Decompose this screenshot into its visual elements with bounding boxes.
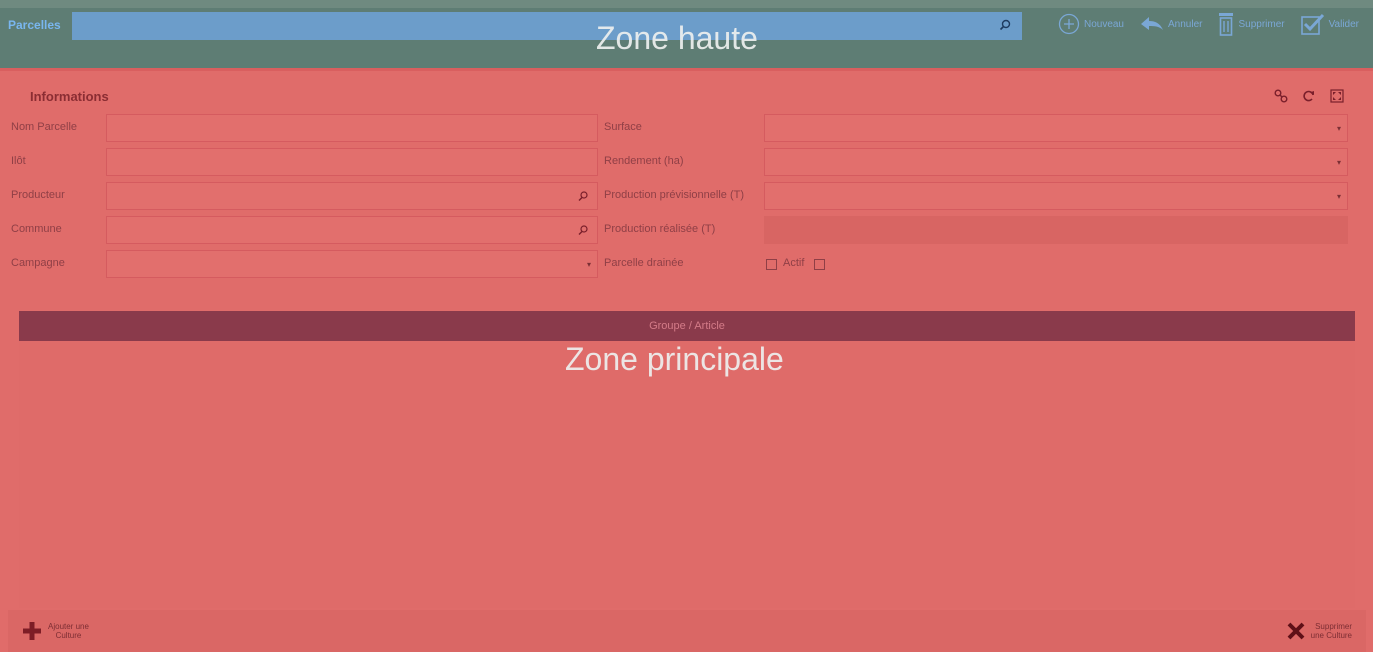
actif-label: Actif [783, 257, 805, 269]
grid-column-header[interactable]: Groupe / Article [649, 320, 725, 332]
panel-tools [1274, 89, 1344, 103]
chevron-down-icon: ▾ [1336, 192, 1341, 201]
chevron-down-icon: ▾ [1336, 124, 1341, 133]
surface-select[interactable]: ▾ [764, 114, 1348, 142]
search-icon[interactable] [577, 224, 589, 236]
field-row-commune: Commune [8, 216, 598, 244]
field-label: Nom Parcelle [11, 121, 78, 133]
field-label: Ilôt [11, 155, 26, 167]
cancel-button-label: Annuler [1168, 18, 1203, 30]
commune-input[interactable] [106, 216, 598, 244]
field-label: Parcelle drainée [604, 257, 684, 269]
rendement-select[interactable]: ▾ [764, 148, 1348, 176]
link-icon[interactable] [1274, 89, 1288, 103]
delete-culture-label-line2: une Culture [1310, 631, 1352, 640]
new-button-label: Nouveau [1083, 18, 1124, 30]
cancel-button[interactable]: Annuler [1140, 15, 1202, 33]
grid-header: Groupe / Article [19, 311, 1355, 341]
search-icon[interactable] [577, 190, 589, 202]
field-label: Production réalisée (T) [604, 223, 716, 235]
plus-icon [23, 622, 41, 640]
field-row-ilot: Ilôt [8, 148, 598, 176]
delete-button-label: Supprimer [1238, 18, 1285, 30]
ilot-input[interactable] [106, 148, 598, 176]
chevron-down-icon: ▾ [586, 260, 591, 269]
field-label: Production prévisionnelle (T) [604, 189, 745, 201]
field-row-producteur: Producteur [8, 182, 598, 210]
parcelle-drainee-checkbox[interactable] [766, 259, 777, 270]
page-title: Parcelles [8, 18, 61, 32]
bottom-toolbar: Ajouter une Culture Supprimer une Cultur… [8, 610, 1366, 652]
actif-checkbox[interactable] [814, 259, 825, 270]
information-title: Informations [30, 89, 109, 104]
field-row-campagne: Campagne ▾ [8, 250, 598, 278]
field-label: Rendement (ha) [604, 155, 684, 167]
production-realisee-field [764, 216, 1348, 244]
field-label: Producteur [11, 189, 65, 201]
search-bar[interactable] [72, 12, 1022, 40]
field-row-surface: Surface ▾ [604, 114, 1348, 142]
close-icon [1287, 622, 1305, 640]
toolbar: Nouveau Annuler Supprimer Valider [1058, 8, 1359, 40]
grid-body [19, 341, 1355, 608]
new-button[interactable]: Nouveau [1058, 13, 1124, 35]
field-row-parcelle-drainee: Parcelle drainée Actif [604, 250, 1348, 278]
zone-principale-label: Zone principale [565, 341, 784, 377]
add-culture-button[interactable]: Ajouter une Culture [22, 614, 89, 648]
chevron-down-icon: ▾ [1336, 158, 1341, 167]
delete-culture-label-line1: Supprimer [1315, 622, 1352, 631]
check-icon [1300, 13, 1324, 35]
campagne-select[interactable]: ▾ [106, 250, 598, 278]
trash-icon [1219, 13, 1234, 36]
field-label: Surface [604, 121, 642, 133]
information-panel: Informations Nom Parcelle Ilôt Producteu… [8, 78, 1366, 298]
field-row-production-previsionnelle: Production prévisionnelle (T) ▾ [604, 182, 1348, 210]
field-row-rendement: Rendement (ha) ▾ [604, 148, 1348, 176]
zone-haute-label: Zone haute [596, 20, 758, 56]
field-row-nom-parcelle: Nom Parcelle [8, 114, 598, 142]
search-icon[interactable] [998, 18, 1012, 32]
top-zone: Parcelles Nouveau Annuler Supprimer Vali… [0, 0, 1373, 68]
nom-parcelle-input[interactable] [106, 114, 598, 142]
add-culture-label-line1: Ajouter une [48, 622, 89, 631]
expand-icon[interactable] [1330, 89, 1344, 103]
validate-button-label: Valider [1328, 18, 1359, 30]
refresh-icon[interactable] [1302, 89, 1316, 103]
undo-arrow-icon [1141, 17, 1163, 30]
field-label: Commune [11, 223, 62, 235]
delete-button[interactable]: Supprimer [1218, 12, 1285, 36]
validate-button[interactable]: Valider [1300, 13, 1359, 35]
production-previsionnelle-select[interactable]: ▾ [764, 182, 1348, 210]
plus-circle-icon [1058, 13, 1080, 35]
delete-culture-button[interactable]: Supprimer une Culture [1287, 614, 1352, 648]
field-row-production-realisee: Production réalisée (T) [604, 216, 1348, 244]
producteur-input[interactable] [106, 182, 598, 210]
field-label: Campagne [11, 257, 65, 269]
zone-divider [0, 68, 1373, 71]
add-culture-label-line2: Culture [55, 631, 82, 640]
